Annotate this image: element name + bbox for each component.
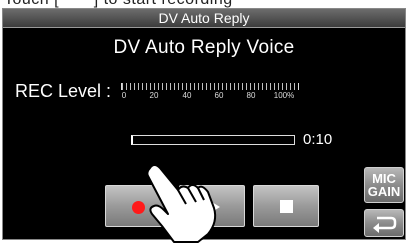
recording-progress-bar — [131, 135, 295, 145]
meter-tick-60: 60 — [214, 91, 224, 100]
stop-button[interactable] — [253, 185, 319, 227]
recording-time: 0:10 — [303, 131, 333, 148]
mic-gain-button[interactable]: MIC GAIN — [364, 167, 404, 203]
meter-tick-0: 0 — [121, 91, 127, 100]
return-arrow-icon — [373, 216, 397, 233]
meter-tick-100: 100% — [273, 91, 295, 100]
stop-icon — [280, 200, 293, 213]
meter-tick-40: 40 — [182, 91, 192, 100]
return-button[interactable] — [364, 209, 404, 237]
touch-hand-icon — [146, 164, 217, 243]
rec-level-label: REC Level : — [15, 81, 112, 101]
page-title: DV Auto Reply Voice — [113, 37, 295, 58]
meter-tick-20: 20 — [149, 91, 159, 100]
rec-level-meter: 0 20 40 60 80 100% — [121, 81, 307, 103]
mic-gain-label-line2: GAIN — [367, 184, 401, 199]
meter-tick-80: 80 — [246, 91, 256, 100]
rec-level-scale — [121, 83, 299, 90]
window-title: DV Auto Reply — [3, 9, 405, 28]
